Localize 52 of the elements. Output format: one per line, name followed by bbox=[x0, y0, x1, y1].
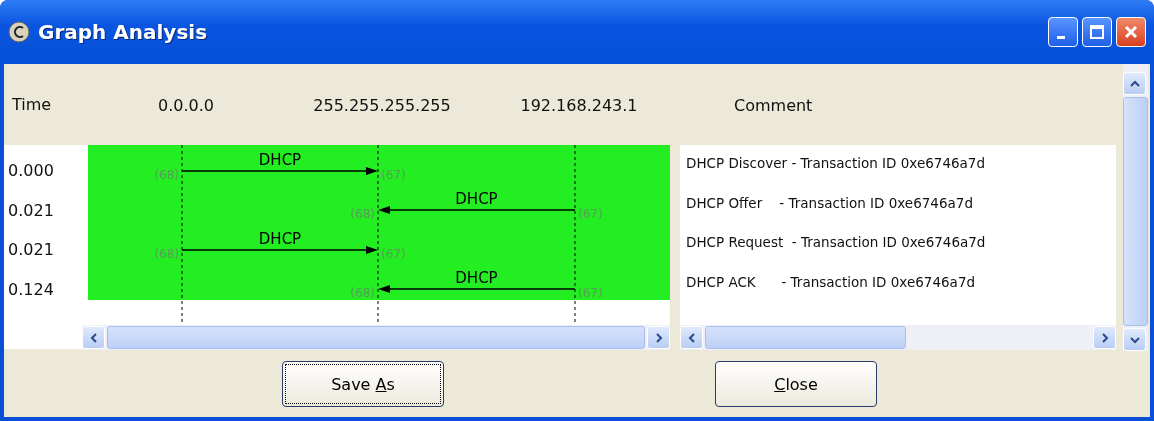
column-header: 192.168.243.1 bbox=[520, 95, 638, 114]
port-label: (67) bbox=[578, 286, 603, 300]
port-label: (67) bbox=[381, 247, 406, 261]
app-icon bbox=[8, 21, 30, 43]
scroll-thumb[interactable] bbox=[705, 326, 906, 349]
minimize-button[interactable] bbox=[1048, 17, 1078, 47]
dialog-button[interactable]: Close bbox=[715, 361, 877, 407]
comment-text: DHCP Request - Transaction ID 0xe6746a7d bbox=[686, 233, 987, 252]
message-label: DHCP bbox=[455, 190, 498, 208]
port-label: (68) bbox=[154, 168, 179, 182]
maximize-icon bbox=[1087, 22, 1107, 42]
column-header: Comment bbox=[734, 95, 813, 114]
window-title: Graph Analysis bbox=[38, 20, 208, 44]
port-label: (68) bbox=[154, 247, 179, 261]
horizontal-scrollbar[interactable] bbox=[82, 325, 670, 350]
chevron-left-icon bbox=[88, 332, 99, 343]
chevron-right-icon bbox=[1099, 332, 1110, 343]
scroll-right-button[interactable] bbox=[1093, 326, 1116, 349]
port-label: (67) bbox=[578, 207, 603, 221]
message-label: DHCP bbox=[258, 230, 302, 248]
scroll-left-button[interactable] bbox=[680, 326, 703, 349]
maximize-button[interactable] bbox=[1082, 17, 1112, 47]
scroll-thumb[interactable] bbox=[1123, 97, 1148, 326]
column-header: 255.255.255.255 bbox=[313, 95, 451, 114]
scroll-left-button[interactable] bbox=[82, 326, 105, 349]
chevron-up-icon bbox=[1129, 78, 1140, 89]
time-value: 0.021 bbox=[7, 239, 55, 261]
column-header: Time bbox=[12, 95, 52, 114]
chevron-left-icon bbox=[686, 332, 697, 343]
time-value: 0.000 bbox=[7, 160, 55, 182]
time-value: 0.021 bbox=[7, 199, 55, 222]
time-value: 0.124 bbox=[7, 278, 55, 301]
comment-text: DHCP Offer - Transaction ID 0xe6746a7d bbox=[686, 193, 974, 213]
scroll-up-button[interactable] bbox=[1123, 72, 1146, 95]
comment-text: DHCP Discover - Transaction ID 0xe6746a7d bbox=[686, 154, 986, 173]
scroll-thumb[interactable] bbox=[107, 326, 645, 349]
dialog-button[interactable]: Save As bbox=[282, 361, 444, 407]
close-button[interactable] bbox=[1116, 17, 1146, 47]
port-label: (68) bbox=[350, 286, 375, 300]
chevron-right-icon bbox=[653, 332, 664, 343]
horizontal-scrollbar[interactable] bbox=[680, 325, 1116, 350]
column-header: 0.0.0.0 bbox=[158, 95, 214, 114]
scroll-right-button[interactable] bbox=[647, 326, 670, 349]
vertical-scrollbar[interactable] bbox=[1123, 64, 1148, 351]
message-label: DHCP bbox=[455, 269, 498, 287]
message-label: DHCP bbox=[258, 151, 302, 169]
minimize-icon bbox=[1057, 35, 1065, 39]
scroll-down-button[interactable] bbox=[1123, 328, 1146, 351]
port-label: (68) bbox=[350, 207, 375, 221]
port-label: (67) bbox=[381, 168, 406, 182]
comment-text: DHCP ACK - Transaction ID 0xe6746a7d bbox=[686, 272, 977, 292]
chevron-down-icon bbox=[1129, 334, 1140, 345]
